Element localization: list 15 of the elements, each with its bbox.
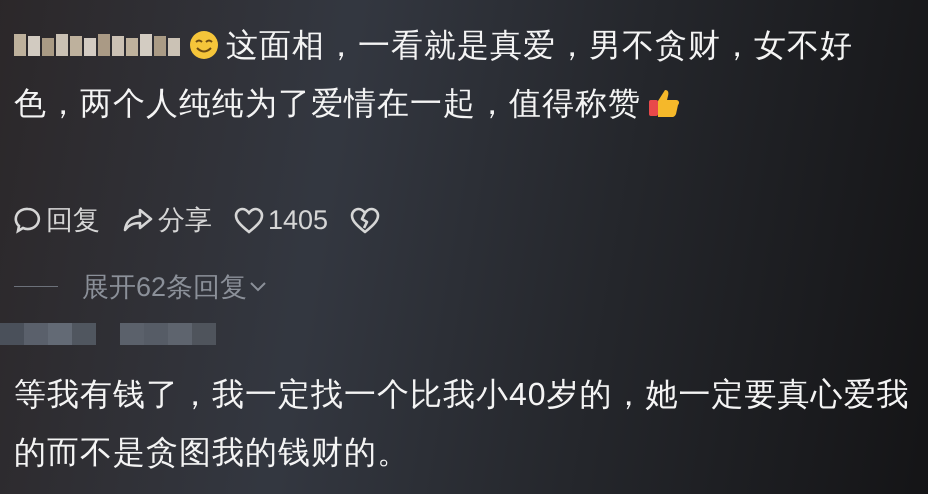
comment-text: 色，两个人纯纯为了爱情在一起，值得称赞 — [14, 84, 641, 123]
thumbs-up-emoji-icon — [647, 87, 681, 119]
heart-icon — [234, 206, 264, 234]
expand-replies-link[interactable]: 展开62条回复 — [82, 266, 268, 307]
broken-heart-icon[interactable] — [350, 206, 380, 234]
chevron-down-icon — [249, 280, 268, 293]
like-button[interactable]: 1405 — [234, 200, 328, 240]
comment-text: 等我有钱了，我一定找一个比我小40岁的，她一定要真心爱我 — [14, 375, 910, 414]
comment-icon — [14, 206, 42, 234]
comment-text: 的而不是贪图我的钱财的。 — [14, 433, 410, 472]
share-button[interactable]: 分享 — [122, 200, 212, 240]
smiley-emoji-icon — [188, 29, 220, 61]
comment-text: 这面相，一看就是真爱，男不贪财，女不好 — [226, 26, 853, 65]
share-icon — [122, 207, 154, 234]
reply-button[interactable]: 回复 — [14, 200, 100, 240]
